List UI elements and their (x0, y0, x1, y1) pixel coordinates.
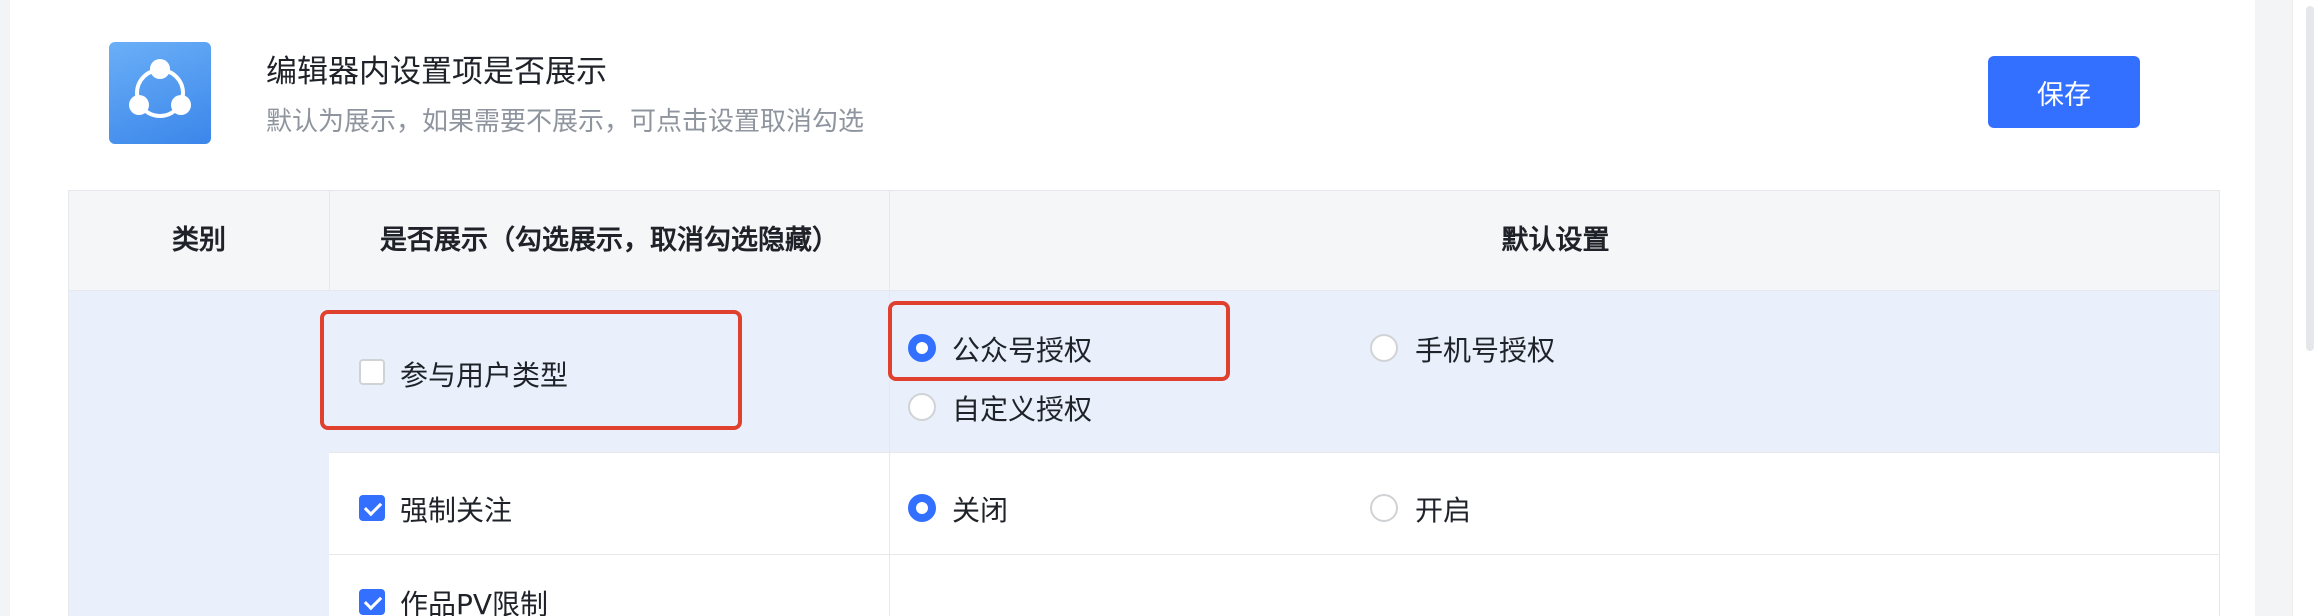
share-nodes-icon (109, 42, 211, 144)
save-button[interactable]: 保存 (1988, 56, 2140, 128)
table-row: 强制关注 关闭 开启 (329, 453, 2219, 555)
category-cell (69, 291, 329, 616)
vertical-scrollbar[interactable] (2292, 0, 2318, 616)
column-header-show: 是否展示（勾选展示，取消勾选隐藏） (329, 191, 889, 291)
column-header-category: 类别 (172, 225, 226, 256)
highlight-box-radio (888, 301, 1230, 381)
radio-on-label: 开启 (1415, 494, 1472, 527)
radio-custom-auth-label: 自定义授权 (952, 393, 1093, 426)
table-row: 作品PV限制 (329, 555, 2219, 616)
pv-limit-label: 作品PV限制 (400, 588, 549, 616)
page-subtitle: 默认为展示，如果需要不展示，可点击设置取消勾选 (266, 107, 865, 137)
page-title: 编辑器内设置项是否展示 (266, 54, 607, 90)
table-header: 类别 是否展示（勾选展示，取消勾选隐藏） 默认设置 (69, 191, 2219, 291)
radio-custom-auth[interactable] (908, 393, 936, 421)
pv-limit-checkbox[interactable] (359, 589, 385, 615)
highlight-box-checkbox (320, 310, 742, 430)
radio-on[interactable] (1370, 494, 1398, 522)
force-follow-label: 强制关注 (400, 494, 513, 527)
column-header-default: 默认设置 (889, 191, 2219, 291)
column-divider (889, 453, 890, 554)
radio-phone-auth[interactable] (1370, 334, 1398, 362)
radio-off[interactable] (908, 494, 936, 522)
scrollbar-thumb[interactable] (2306, 6, 2314, 351)
column-divider (889, 555, 890, 616)
settings-panel: 编辑器内设置项是否展示 默认为展示，如果需要不展示，可点击设置取消勾选 保存 类… (10, 0, 2255, 616)
force-follow-checkbox[interactable] (359, 495, 385, 521)
radio-phone-auth-label: 手机号授权 (1415, 334, 1556, 367)
radio-off-label: 关闭 (952, 494, 1009, 527)
